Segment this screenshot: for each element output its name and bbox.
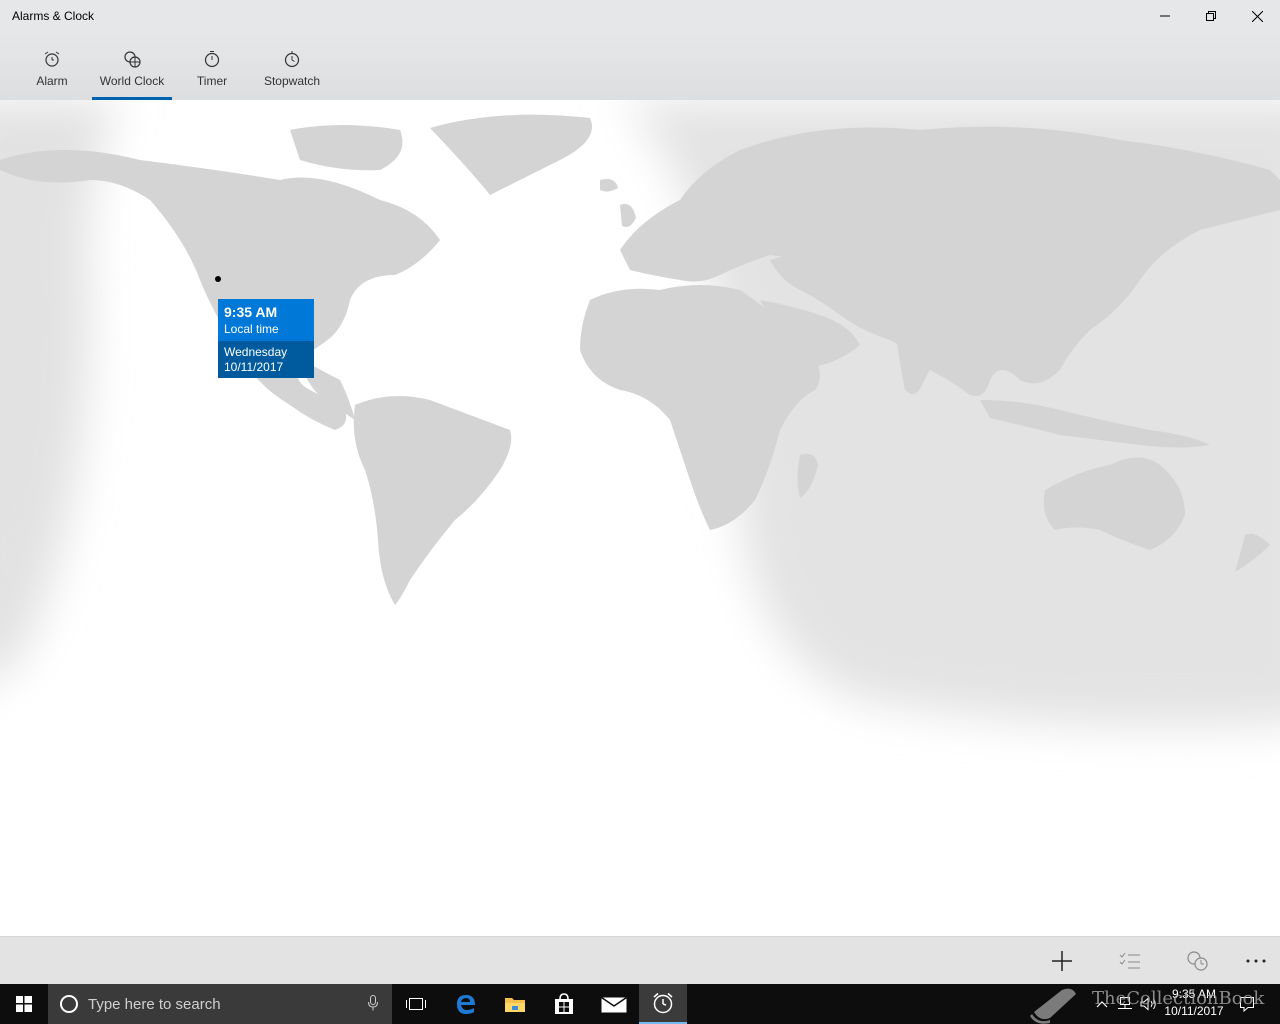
local-time-tooltip[interactable]: 9:35 AM Local time Wednesday 10/11/2017 — [218, 299, 314, 378]
add-button[interactable] — [1042, 945, 1082, 977]
edge-button[interactable] — [442, 984, 490, 1024]
alarms-app-button[interactable] — [639, 984, 687, 1024]
store-button[interactable] — [540, 984, 588, 1024]
close-button[interactable] — [1234, 0, 1280, 32]
taskbar-time: 9:35 AM — [1171, 987, 1217, 1001]
edge-icon — [457, 995, 475, 1014]
microphone-icon[interactable] — [368, 995, 378, 1011]
notification-icon — [1240, 997, 1254, 1012]
search-box[interactable]: Type here to search — [48, 984, 392, 1024]
mail-icon — [601, 996, 627, 1013]
tab-timer[interactable]: Timer — [188, 32, 236, 100]
tooltip-header: 9:35 AM Local time — [218, 299, 314, 341]
network-icon — [1118, 997, 1132, 1009]
file-explorer-icon — [505, 998, 525, 1012]
tooltip-time: 9:35 AM — [224, 304, 278, 320]
select-button[interactable] — [1110, 945, 1150, 977]
store-icon — [555, 993, 573, 1014]
stopwatch-icon — [283, 50, 301, 68]
command-bar — [0, 936, 1280, 984]
close-icon — [1251, 10, 1263, 22]
tab-timer-label: Timer — [196, 74, 228, 88]
show-hidden-icons-button[interactable] — [1092, 984, 1112, 1024]
title-bar: Alarms & Clock — [0, 0, 1280, 32]
add-icon — [1052, 951, 1072, 971]
tooltip-subtitle: Local time — [224, 322, 279, 336]
tooltip-date-block: Wednesday 10/11/2017 — [218, 341, 314, 378]
world-clock-icon — [123, 50, 141, 68]
windows-logo-icon — [16, 996, 32, 1012]
cortana-icon — [60, 995, 78, 1013]
compare-icon — [1187, 951, 1208, 971]
world-map-graphic — [0, 100, 1280, 727]
timer-icon — [203, 50, 221, 68]
more-icon — [1246, 959, 1266, 963]
file-explorer-button[interactable] — [491, 984, 539, 1024]
task-view-button[interactable] — [392, 984, 440, 1024]
minimize-button[interactable] — [1142, 0, 1188, 32]
task-view-icon — [406, 998, 426, 1010]
taskbar-date: 10/11/2017 — [1164, 1004, 1224, 1018]
action-center-button[interactable] — [1234, 984, 1260, 1024]
tooltip-date: 10/11/2017 — [224, 360, 284, 374]
window-title: Alarms & Clock — [12, 9, 95, 23]
tooltip-day: Wednesday — [224, 345, 288, 359]
alarms-icon — [653, 992, 673, 1014]
more-button[interactable] — [1236, 945, 1276, 977]
volume-button[interactable] — [1138, 984, 1160, 1024]
compare-button[interactable] — [1178, 945, 1218, 977]
search-placeholder: Type here to search — [88, 995, 221, 1013]
volume-icon — [1140, 997, 1156, 1011]
taskbar: Type here to search 9:35 AM 10/11/2017 — [0, 984, 1280, 1024]
tab-world-clock-label: World Clock — [99, 74, 165, 88]
chevron-up-icon — [1096, 1001, 1108, 1008]
tab-world-clock[interactable]: World Clock — [92, 32, 172, 100]
taskbar-clock[interactable]: 9:35 AM 10/11/2017 — [1158, 986, 1230, 1020]
mail-button[interactable] — [590, 984, 638, 1024]
tab-stopwatch[interactable]: Stopwatch — [260, 32, 324, 100]
alarm-clock-icon — [43, 50, 61, 68]
restore-icon — [1206, 11, 1216, 21]
select-icon — [1119, 952, 1140, 969]
location-pin[interactable] — [215, 276, 221, 282]
minimize-icon — [1160, 15, 1170, 17]
network-button[interactable] — [1114, 984, 1136, 1024]
alarms-clock-window: Alarms & Clock Alarm World Clock Timer S… — [0, 0, 1280, 984]
navigation-tabs: Alarm World Clock Timer Stopwatch — [0, 32, 1280, 100]
restore-button[interactable] — [1188, 0, 1234, 32]
tab-alarm[interactable]: Alarm — [28, 32, 76, 100]
tab-stopwatch-label: Stopwatch — [263, 74, 321, 88]
start-button[interactable] — [0, 984, 48, 1024]
world-map[interactable]: 9:35 AM Local time Wednesday 10/11/2017 — [0, 100, 1280, 936]
tab-alarm-label: Alarm — [36, 74, 68, 88]
